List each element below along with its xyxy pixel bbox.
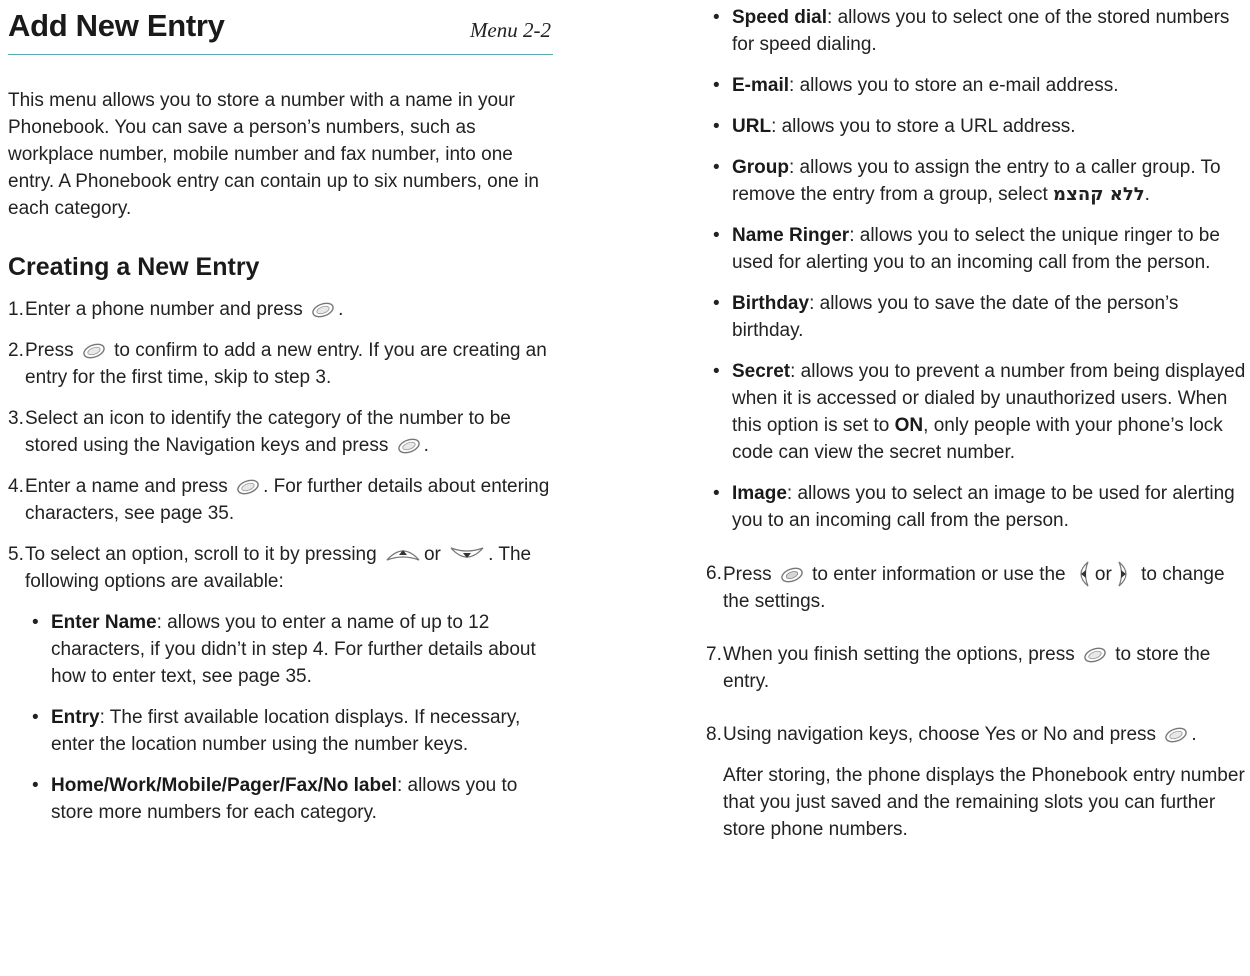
option-email: • E-mail: allows you to store an e-mail …	[706, 72, 1250, 99]
left-key-icon	[1074, 560, 1092, 588]
step-text: When you finish setting the options, pre…	[723, 644, 1075, 665]
step-number: 5.	[8, 544, 24, 565]
step-3: 3. Select an icon to identify the catego…	[8, 405, 553, 459]
left-column: Add New Entry Menu 2-2 This menu allows …	[8, 0, 553, 826]
page-title: Add New Entry	[8, 8, 225, 43]
step-text: Using navigation keys, choose Yes or No …	[723, 724, 1157, 745]
step-text: Enter a phone number and press	[25, 299, 303, 320]
step-8: 8. Using navigation keys, choose Yes or …	[706, 721, 1250, 748]
option-term: Birthday	[732, 293, 810, 314]
step-text: Select an icon to identify the category …	[25, 408, 511, 456]
down-key-icon	[449, 544, 485, 564]
step-text-end: .	[1191, 724, 1197, 745]
ok-key-icon	[236, 478, 260, 496]
option-term: Enter Name	[51, 612, 157, 633]
option-term: Secret	[732, 361, 791, 382]
up-key-icon	[385, 544, 421, 564]
bullet-icon: •	[713, 116, 720, 137]
right-column: • Speed dial: allows you to select one o…	[706, 0, 1250, 843]
step-text: To select an option, scroll to it by pre…	[25, 544, 377, 565]
option-name-ringer: • Name Ringer: allows you to select the …	[706, 222, 1250, 276]
ok-key-icon	[82, 342, 106, 360]
option-text: : allows you to store a URL address.	[771, 116, 1076, 137]
step-number: 8.	[706, 724, 722, 745]
step-number: 4.	[8, 476, 24, 497]
step-number: 3.	[8, 408, 24, 429]
step-7: 7. When you finish setting the options, …	[706, 641, 1250, 695]
step-number: 6.	[706, 563, 722, 584]
option-image: • Image: allows you to select an image t…	[706, 480, 1250, 534]
ok-key-icon	[397, 437, 421, 455]
section-heading: Creating a New Entry	[8, 253, 260, 281]
option-text: : allows you to select an image to be us…	[732, 483, 1235, 531]
step-number: 7.	[706, 644, 722, 665]
option-entry: • Entry: The first available location di…	[25, 704, 553, 758]
option-term: Image	[732, 483, 787, 504]
step-2: 2. Press to confirm to add a new entry. …	[8, 337, 553, 391]
secret-on-value: ON	[894, 415, 924, 436]
step-4: 4. Enter a name and press . For further …	[8, 473, 553, 527]
menu-key-icon	[780, 566, 804, 584]
or-text: or	[1094, 564, 1112, 585]
step-number: 1.	[8, 299, 24, 320]
step-text: Press	[723, 564, 772, 585]
step-1: 1. Enter a phone number and press .	[8, 296, 553, 323]
bullet-icon: •	[713, 157, 720, 178]
option-speed-dial: • Speed dial: allows you to select one o…	[706, 4, 1250, 58]
intro-paragraph: This menu allows you to store a number w…	[8, 90, 539, 219]
option-enter-name: • Enter Name: allows you to enter a name…	[25, 609, 553, 690]
after-storing-paragraph: After storing, the phone displays the Ph…	[723, 765, 1245, 840]
option-group: • Group: allows you to assign the entry …	[706, 154, 1250, 208]
ok-key-icon	[1164, 726, 1188, 744]
step-6: 6. Press to enter information or use the…	[706, 560, 1250, 615]
bullet-icon: •	[713, 483, 720, 504]
ok-key-icon	[311, 301, 335, 319]
option-text-end: .	[1144, 184, 1150, 205]
bullet-icon: •	[713, 7, 720, 28]
step-text-end: .	[338, 299, 344, 320]
title-row: Add New Entry Menu 2-2	[8, 0, 553, 55]
option-term: URL	[732, 116, 772, 137]
bullet-icon: •	[713, 75, 720, 96]
step-text-end: .	[423, 435, 429, 456]
step-text: Press	[25, 340, 74, 361]
menu-reference: Menu 2-2	[469, 18, 551, 42]
step-text: Enter a name and press	[25, 476, 228, 497]
right-key-icon	[1115, 560, 1133, 588]
option-term: Name Ringer	[732, 225, 850, 246]
option-birthday: • Birthday: allows you to save the date …	[706, 290, 1250, 344]
bullet-icon: •	[32, 775, 39, 796]
group-none-value: ללא קהצמ	[1053, 184, 1145, 205]
option-text: : The first available location displays.…	[51, 707, 521, 755]
bullet-icon: •	[713, 225, 720, 246]
bullet-icon: •	[713, 361, 720, 382]
bullet-icon: •	[32, 707, 39, 728]
option-term: Home/Work/Mobile/Pager/Fax/No label	[51, 775, 397, 796]
step-text: to enter information or use the	[812, 564, 1066, 585]
option-term: Entry	[51, 707, 100, 728]
option-term: E-mail	[732, 75, 790, 96]
or-text: or	[423, 544, 441, 565]
ok-key-icon	[1083, 646, 1107, 664]
option-text: : allows you to store an e-mail address.	[789, 75, 1119, 96]
bullet-icon: •	[713, 293, 720, 314]
option-term: Speed dial	[732, 7, 828, 28]
option-secret: • Secret: allows you to prevent a number…	[706, 358, 1250, 466]
step-5: 5. To select an option, scroll to it by …	[8, 541, 553, 595]
step-number: 2.	[8, 340, 24, 361]
option-url: • URL: allows you to store a URL address…	[706, 113, 1250, 140]
option-term: Group	[732, 157, 789, 178]
option-labels: • Home/Work/Mobile/Pager/Fax/No label: a…	[25, 772, 553, 826]
bullet-icon: •	[32, 612, 39, 633]
